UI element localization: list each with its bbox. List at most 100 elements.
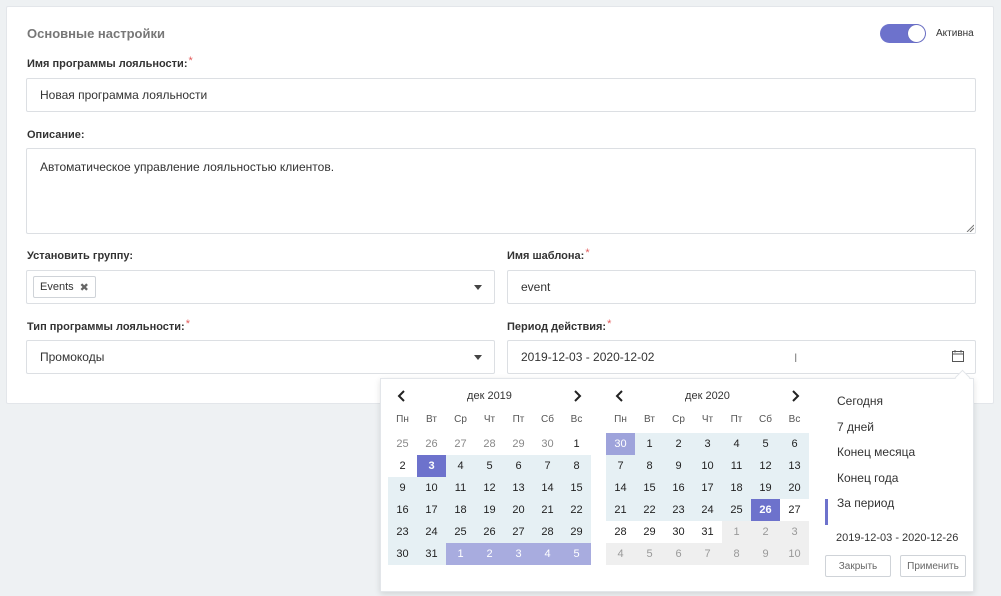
calendar-day[interactable]: 21 bbox=[533, 499, 562, 521]
calendar-day[interactable]: 4 bbox=[606, 543, 635, 565]
active-toggle[interactable] bbox=[880, 24, 926, 43]
calendar-day[interactable]: 14 bbox=[533, 477, 562, 499]
calendar-day[interactable]: 29 bbox=[635, 521, 664, 543]
calendar-day[interactable]: 15 bbox=[635, 477, 664, 499]
calendar-day[interactable]: 10 bbox=[417, 477, 446, 499]
calendar-day[interactable]: 27 bbox=[446, 433, 475, 455]
calendar-day[interactable]: 3 bbox=[504, 543, 533, 565]
calendar-day[interactable]: 6 bbox=[504, 455, 533, 477]
period-input[interactable]: 2019-12-03 - 2020-12-02 bbox=[507, 340, 976, 374]
calendar-day[interactable]: 4 bbox=[446, 455, 475, 477]
calendar-day[interactable]: 24 bbox=[417, 521, 446, 543]
calendar-day[interactable]: 18 bbox=[722, 477, 751, 499]
calendar-day[interactable]: 28 bbox=[606, 521, 635, 543]
calendar-day[interactable]: 28 bbox=[475, 433, 504, 455]
calendar-day[interactable]: 27 bbox=[504, 521, 533, 543]
calendar-day[interactable]: 2 bbox=[388, 455, 417, 477]
calendar-day[interactable]: 10 bbox=[693, 455, 722, 477]
calendar-day[interactable]: 24 bbox=[693, 499, 722, 521]
calendar-day[interactable]: 11 bbox=[722, 455, 751, 477]
calendar-day[interactable]: 26 bbox=[751, 499, 780, 521]
close-button[interactable]: Закрыть bbox=[825, 555, 891, 577]
calendar-day[interactable]: 1 bbox=[562, 433, 591, 455]
calendar-day[interactable]: 5 bbox=[475, 455, 504, 477]
calendar-day[interactable]: 13 bbox=[780, 455, 809, 477]
calendar-day[interactable]: 4 bbox=[533, 543, 562, 565]
calendar-day[interactable]: 26 bbox=[417, 433, 446, 455]
calendar-day[interactable]: 7 bbox=[693, 543, 722, 565]
calendar-day[interactable]: 18 bbox=[446, 499, 475, 521]
calendar-day[interactable]: 26 bbox=[475, 521, 504, 543]
calendar-day[interactable]: 30 bbox=[606, 433, 635, 455]
calendar-day[interactable]: 29 bbox=[504, 433, 533, 455]
calendar-day[interactable]: 25 bbox=[388, 433, 417, 455]
calendar-day[interactable]: 12 bbox=[751, 455, 780, 477]
calendar-day[interactable]: 4 bbox=[722, 433, 751, 455]
calendar-day[interactable]: 30 bbox=[533, 433, 562, 455]
calendar-day[interactable]: 9 bbox=[388, 477, 417, 499]
caret-down-icon[interactable] bbox=[474, 285, 482, 290]
calendar-day[interactable]: 28 bbox=[533, 521, 562, 543]
calendar-day[interactable]: 2 bbox=[475, 543, 504, 565]
calendar-day[interactable]: 21 bbox=[606, 499, 635, 521]
calendar-icon[interactable] bbox=[952, 350, 964, 362]
preset-range-item[interactable]: 7 дней bbox=[837, 420, 874, 434]
calendar-day[interactable]: 19 bbox=[751, 477, 780, 499]
resize-handle-icon[interactable] bbox=[966, 224, 974, 232]
preset-range-item[interactable]: Сегодня bbox=[837, 394, 883, 408]
calendar-day[interactable]: 23 bbox=[664, 499, 693, 521]
close-icon[interactable]: ✖ bbox=[80, 281, 89, 294]
calendar-day[interactable]: 6 bbox=[780, 433, 809, 455]
calendar-day[interactable]: 2 bbox=[664, 433, 693, 455]
calendar-day[interactable]: 7 bbox=[606, 455, 635, 477]
calendar-day[interactable]: 5 bbox=[562, 543, 591, 565]
calendar-day[interactable]: 8 bbox=[635, 455, 664, 477]
calendar-day[interactable]: 3 bbox=[417, 455, 446, 477]
calendar-day[interactable]: 25 bbox=[446, 521, 475, 543]
calendar-day[interactable]: 3 bbox=[693, 433, 722, 455]
preset-range-item[interactable]: Конец года bbox=[837, 471, 898, 485]
calendar-day[interactable]: 20 bbox=[780, 477, 809, 499]
calendar-day[interactable]: 17 bbox=[417, 499, 446, 521]
calendar-day[interactable]: 14 bbox=[606, 477, 635, 499]
calendar-day[interactable]: 1 bbox=[446, 543, 475, 565]
calendar-day[interactable]: 8 bbox=[562, 455, 591, 477]
name-input[interactable]: Новая программа лояльности bbox=[26, 78, 976, 112]
calendar-day[interactable]: 1 bbox=[722, 521, 751, 543]
calendar-day[interactable]: 22 bbox=[562, 499, 591, 521]
calendar-day[interactable]: 25 bbox=[722, 499, 751, 521]
calendar-day[interactable]: 27 bbox=[780, 499, 809, 521]
calendar-day[interactable]: 10 bbox=[780, 543, 809, 565]
calendar-day[interactable]: 17 bbox=[693, 477, 722, 499]
calendar-day[interactable]: 5 bbox=[751, 433, 780, 455]
calendar-day[interactable]: 9 bbox=[751, 543, 780, 565]
calendar-day[interactable]: 13 bbox=[504, 477, 533, 499]
calendar-day[interactable]: 31 bbox=[417, 543, 446, 565]
description-textarea[interactable]: Автоматическое управление лояльностью кл… bbox=[26, 148, 976, 234]
calendar-day[interactable]: 12 bbox=[475, 477, 504, 499]
calendar-day[interactable]: 30 bbox=[388, 543, 417, 565]
calendar-day[interactable]: 30 bbox=[664, 521, 693, 543]
preset-range-item[interactable]: За период bbox=[837, 496, 894, 510]
calendar-day[interactable]: 22 bbox=[635, 499, 664, 521]
calendar-day[interactable]: 8 bbox=[722, 543, 751, 565]
group-select[interactable]: Events ✖ bbox=[26, 270, 495, 304]
chevron-right-icon[interactable] bbox=[571, 390, 583, 402]
calendar-day[interactable]: 29 bbox=[562, 521, 591, 543]
calendar-day[interactable]: 19 bbox=[475, 499, 504, 521]
calendar-day[interactable]: 2 bbox=[751, 521, 780, 543]
calendar-day[interactable]: 5 bbox=[635, 543, 664, 565]
type-select[interactable]: Промокоды bbox=[26, 340, 495, 374]
preset-range-item[interactable]: Конец месяца bbox=[837, 445, 915, 459]
calendar-day[interactable]: 3 bbox=[780, 521, 809, 543]
calendar-day[interactable]: 16 bbox=[388, 499, 417, 521]
template-input[interactable]: event bbox=[507, 270, 976, 304]
calendar-day[interactable]: 6 bbox=[664, 543, 693, 565]
chevron-right-icon[interactable] bbox=[789, 390, 801, 402]
calendar-day[interactable]: 11 bbox=[446, 477, 475, 499]
calendar-day[interactable]: 23 bbox=[388, 521, 417, 543]
calendar-day[interactable]: 15 bbox=[562, 477, 591, 499]
calendar-day[interactable]: 7 bbox=[533, 455, 562, 477]
calendar-day[interactable]: 20 bbox=[504, 499, 533, 521]
calendar-day[interactable]: 1 bbox=[635, 433, 664, 455]
